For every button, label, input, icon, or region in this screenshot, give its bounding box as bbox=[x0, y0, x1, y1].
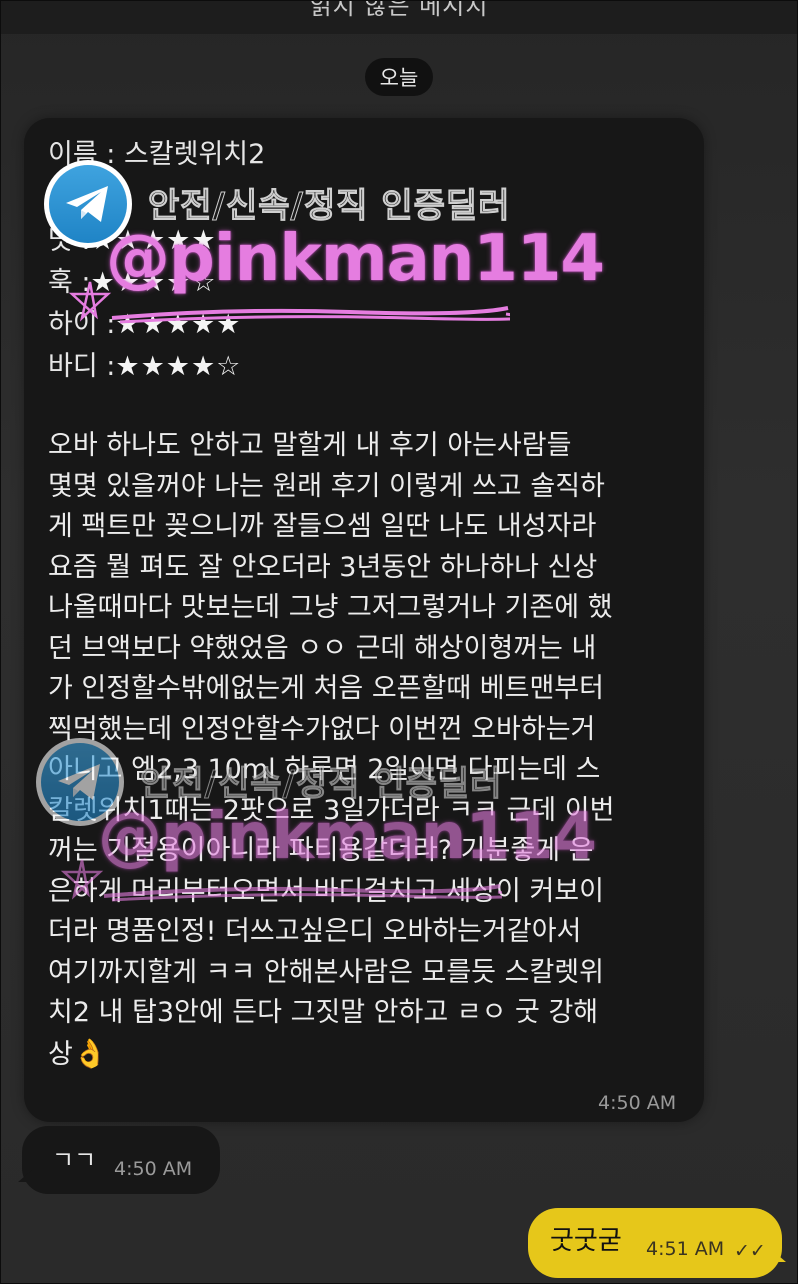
watermark-middle: 안전/신속/정직 인증딜러 @pinkman114 bbox=[36, 738, 597, 908]
scribble-star-icon bbox=[60, 859, 104, 900]
rating-stars: ★★★★☆ bbox=[115, 351, 242, 382]
message-short-text: ㄱㄱ bbox=[52, 1146, 97, 1174]
date-divider: 오늘 bbox=[365, 58, 433, 96]
rating-label: 바디 : bbox=[48, 351, 116, 382]
watermark-underline bbox=[103, 884, 502, 902]
bubble-tail bbox=[18, 1170, 32, 1182]
watermark-underline bbox=[111, 306, 510, 324]
message-time: 4:50 AM bbox=[114, 1158, 193, 1180]
scribble-star-icon bbox=[68, 281, 112, 322]
rating-row-body: 바디 : ★★★★☆ bbox=[48, 344, 241, 383]
watermark-tagline: 안전/신속/정직 인증딜러 bbox=[139, 764, 503, 805]
message-time: 4:50 AM bbox=[598, 1092, 677, 1114]
unread-banner-label: 읽지 않은 메시지 bbox=[309, 0, 489, 20]
read-check-icon: ✓✓ bbox=[734, 1240, 766, 1262]
watermark-tagline: 안전/신속/정직 인증딜러 bbox=[147, 186, 511, 227]
watermark-handle: @pinkman114 bbox=[98, 800, 597, 874]
bubble-tail bbox=[772, 1250, 786, 1262]
message-time: 4:51 AM bbox=[646, 1238, 725, 1260]
watermark-top: 안전/신속/정직 인증딜러 @pinkman114 bbox=[44, 160, 605, 330]
chat-screen: 읽지 않은 메시지 오늘 이름 : 스칼렛위치2 맛 : ★★★★★ 훅 : ★… bbox=[0, 0, 798, 1284]
message-sent-text: 굿굿굳 bbox=[550, 1226, 622, 1256]
watermark-handle: @pinkman114 bbox=[106, 222, 605, 296]
unread-banner: 읽지 않은 메시지 bbox=[0, 0, 798, 34]
ok-hand-emoji: 👌 bbox=[72, 1036, 108, 1070]
